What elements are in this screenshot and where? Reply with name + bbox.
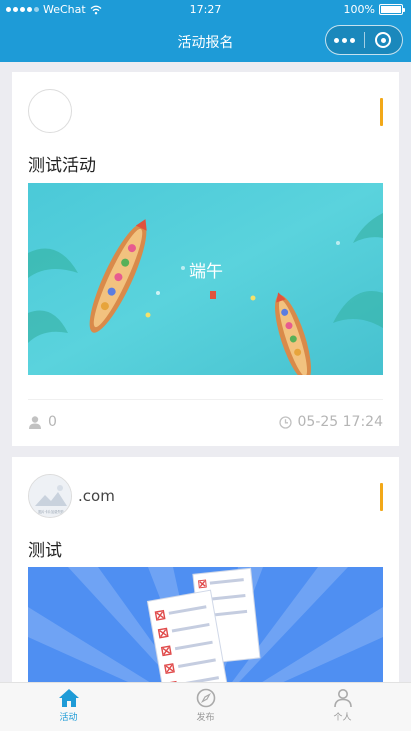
tab-bar: 活动 发布 个人 xyxy=(0,682,411,731)
house-icon xyxy=(58,689,79,707)
participant-count: 0 xyxy=(28,414,57,430)
tab-label: 发布 xyxy=(196,713,215,723)
activity-banner-image[interactable] xyxy=(28,567,383,682)
dragon-boat-illustration: 端午 xyxy=(28,183,383,375)
ballot-illustration xyxy=(28,567,383,682)
battery-icon xyxy=(379,4,405,15)
participant-count-value: 0 xyxy=(48,414,57,430)
tab-publish[interactable]: 发布 xyxy=(137,683,274,731)
battery-group: 100% xyxy=(343,3,405,16)
navigation-bar: 活动报名 xyxy=(0,20,411,62)
person-icon xyxy=(333,689,352,708)
person-icon xyxy=(29,416,41,429)
banner-caption: 端午 xyxy=(189,262,223,282)
activity-date: 05-25 17:24 xyxy=(278,414,383,430)
activity-banner-image[interactable]: 端午 xyxy=(28,183,383,375)
activity-feed[interactable]: 测试活动 端午 0 05-25 17:24 图片卡片加载失败 .com 测试 xyxy=(0,62,411,682)
avatar[interactable]: 图片卡片加载失败 xyxy=(28,474,72,518)
accent-bar xyxy=(380,98,383,126)
menu-capsule xyxy=(325,25,403,55)
tab-label: 活动 xyxy=(59,713,78,723)
activity-date-value: 05-25 17:24 xyxy=(297,414,383,430)
image-placeholder-icon: 图片卡片加载失败 xyxy=(29,475,71,517)
activity-title: 测试 xyxy=(28,541,62,561)
tab-profile[interactable]: 个人 xyxy=(274,683,411,731)
target-icon xyxy=(375,32,392,48)
activity-card[interactable]: 图片卡片加载失败 .com 测试 xyxy=(12,457,399,682)
more-options-button[interactable] xyxy=(326,37,364,43)
avatar[interactable] xyxy=(28,89,72,133)
tab-label: 个人 xyxy=(333,713,352,723)
activity-card[interactable]: 测试活动 端午 0 05-25 17:24 xyxy=(12,72,399,446)
clock-icon xyxy=(278,415,292,429)
compass-icon xyxy=(196,688,215,708)
close-miniprogram-button[interactable] xyxy=(365,32,403,48)
status-bar: WeChat 17:27 100% xyxy=(0,0,411,20)
username: .com xyxy=(78,487,115,505)
battery-percent: 100% xyxy=(343,3,375,16)
activity-title: 测试活动 xyxy=(28,156,96,176)
card-footer: 0 05-25 17:24 xyxy=(28,399,383,439)
avatar-caption: 图片卡片加载失败 xyxy=(38,509,64,514)
tab-activity[interactable]: 活动 xyxy=(0,683,137,731)
accent-bar xyxy=(380,483,383,511)
